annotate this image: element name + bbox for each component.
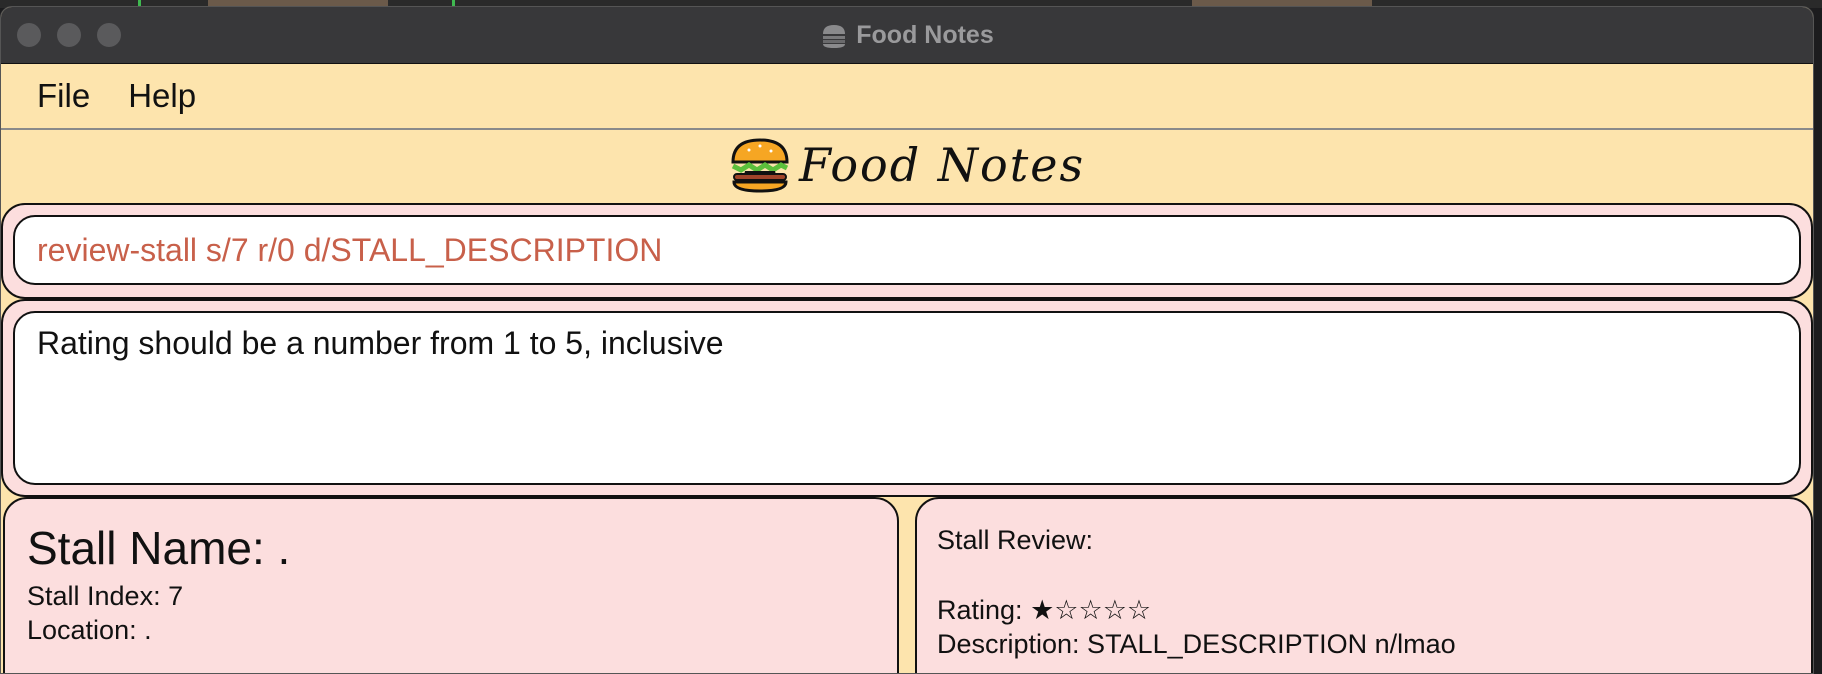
rating-row: Rating: ★☆☆☆☆ (937, 595, 1151, 626)
command-input-text: review-stall s/7 r/0 d/STALL_DESCRIPTION (37, 232, 663, 268)
stall-name: Stall Name: . (27, 522, 291, 574)
app-window: Food Notes File Help Food Notes review-s… (0, 6, 1814, 674)
stall-card[interactable]: Stall Name: . Stall Index: 7 Location: . (3, 497, 899, 673)
title-bar: Food Notes (1, 7, 1813, 64)
rating-label: Rating: (937, 595, 1023, 625)
menu-bar: File Help (1, 64, 1813, 130)
window-title-area: Food Notes (1, 7, 1813, 63)
rating-stars: ★☆☆☆☆ (1030, 595, 1152, 626)
command-box-panel: review-stall s/7 r/0 d/STALL_DESCRIPTION (1, 203, 1813, 299)
app-logo-text: Food Notes (798, 138, 1086, 192)
menu-file[interactable]: File (37, 77, 90, 115)
result-message: Rating should be a number from 1 to 5, i… (37, 325, 724, 361)
window-title: Food Notes (856, 21, 994, 49)
burger-icon (731, 138, 789, 193)
burger-icon (823, 25, 846, 49)
stall-location: Location: . (27, 615, 152, 645)
result-display[interactable]: Rating should be a number from 1 to 5, i… (13, 311, 1801, 485)
menu-help[interactable]: Help (128, 77, 196, 115)
command-input[interactable]: review-stall s/7 r/0 d/STALL_DESCRIPTION (13, 215, 1801, 285)
review-card[interactable]: Stall Review: Rating: ★☆☆☆☆ Description:… (915, 497, 1813, 673)
result-display-panel: Rating should be a number from 1 to 5, i… (1, 299, 1813, 497)
stall-index: Stall Index: 7 (27, 581, 184, 611)
review-description: Description: STALL_DESCRIPTION n/lmao (937, 629, 1456, 659)
review-heading: Stall Review: (937, 525, 1094, 555)
app-banner: Food Notes (1, 130, 1813, 200)
